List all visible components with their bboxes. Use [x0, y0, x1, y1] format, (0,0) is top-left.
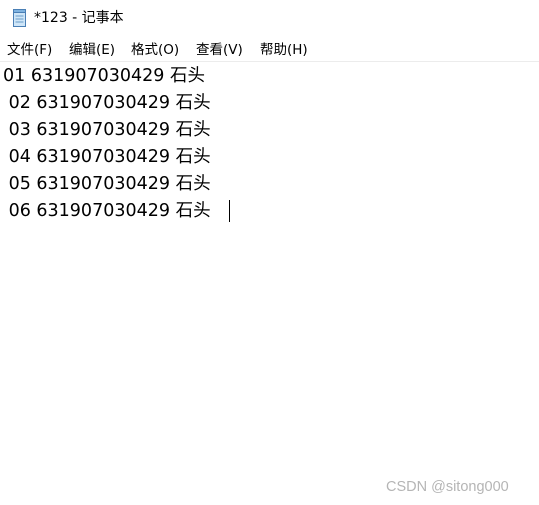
window-title: *123 - 记事本: [34, 10, 124, 26]
title-bar: *123 - 记事本: [0, 0, 539, 36]
menu-format[interactable]: 格式(O): [131, 41, 179, 59]
menu-edit[interactable]: 编辑(E): [69, 41, 115, 59]
menu-file[interactable]: 文件(F): [7, 41, 52, 59]
text-line[interactable]: 05 631907030429 石头: [3, 173, 211, 195]
menu-bar: 文件(F) 编辑(E) 格式(O) 查看(V) 帮助(H): [0, 38, 539, 61]
text-line[interactable]: 04 631907030429 石头: [3, 146, 211, 168]
text-line[interactable]: 02 631907030429 石头: [3, 92, 211, 114]
text-line[interactable]: 06 631907030429 石头: [3, 200, 211, 222]
menu-help[interactable]: 帮助(H): [260, 41, 308, 59]
menu-view[interactable]: 查看(V): [196, 41, 243, 59]
text-editor-area[interactable]: 01 631907030429 石头 02 631907030429 石头 03…: [0, 62, 539, 505]
text-line[interactable]: 01 631907030429 石头: [3, 65, 205, 87]
watermark: CSDN @sitong000: [386, 479, 509, 495]
text-cursor: [229, 200, 230, 222]
text-line[interactable]: 03 631907030429 石头: [3, 119, 211, 141]
notepad-icon: [13, 9, 26, 27]
